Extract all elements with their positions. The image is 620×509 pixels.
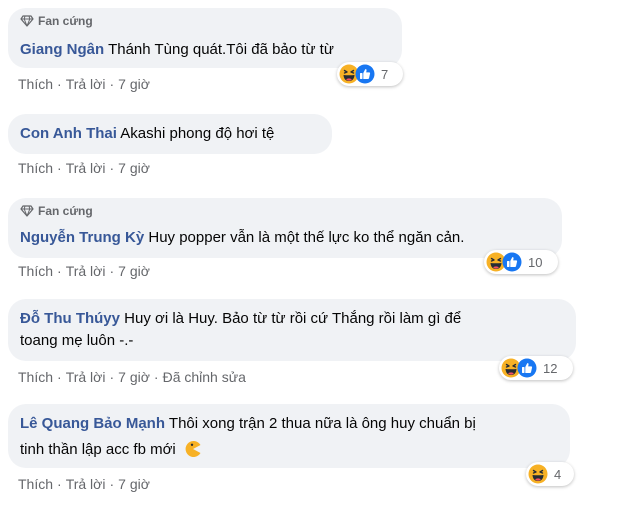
comment-text: Akashi phong độ hơi tệ [120,125,275,142]
fan-badge: Fan cứng [20,204,93,218]
reaction-count: 12 [543,360,558,376]
comment-author[interactable]: Lê Quang Bảo Mạnh [20,415,165,432]
timestamp[interactable]: 7 giờ [118,263,150,279]
reaction-count: 10 [528,254,543,270]
comment-author[interactable]: Con Anh Thai [20,125,117,142]
comment-bubble: Đỗ Thu Thúyy Huy ơi là Huy. Bảo từ từ rồ… [8,299,576,361]
comment-bubble: Fan cứng Nguyễn Trung Kỳ Huy popper vẫn … [8,198,562,258]
like-action[interactable]: Thích [18,160,53,176]
like-icon [517,358,537,378]
comment-bubble: Lê Quang Bảo Mạnh Thôi xong trận 2 thua … [8,404,570,468]
timestamp[interactable]: 7 giờ [118,160,150,176]
reply-action[interactable]: Trả lời [66,160,106,176]
comment-text: Thánh Tùng quát.Tôi đã bảo từ từ [108,41,334,58]
like-action[interactable]: Thích [18,369,53,385]
comment-text-line2: toang mẹ luôn -.- [20,332,134,349]
timestamp[interactable]: 7 giờ [118,369,150,385]
comment-text-line1: Huy ơi là Huy. Bảo từ từ rồi cứ Thắng rồ… [124,310,462,327]
edited-label[interactable]: Đã chỉnh sửa [163,369,246,385]
reactions-summary[interactable]: 7 [337,62,403,86]
diamond-icon [20,205,34,217]
comment-text-line1: Thôi xong trận 2 thua nữa là ông huy chu… [168,415,476,432]
reaction-count: 7 [381,66,389,82]
comment-text-line2: tinh thần lập acc fb mới [20,441,176,458]
pacman-emoticon-icon [185,441,201,457]
comment-author[interactable]: Đỗ Thu Thúyy [20,310,120,327]
timestamp[interactable]: 7 giờ [118,76,150,92]
reactions-summary[interactable]: 12 [499,356,573,380]
timestamp[interactable]: 7 giờ [118,476,150,492]
like-action[interactable]: Thích [18,263,53,279]
like-action[interactable]: Thích [18,476,53,492]
fan-badge-label: Fan cứng [38,14,93,28]
reply-action[interactable]: Trả lời [66,476,106,492]
comment-text: Huy popper vẫn là một thế lực ko thể ngă… [148,229,465,246]
reactions-summary[interactable]: 10 [484,250,558,274]
fan-badge: Fan cứng [20,14,93,28]
reactions-summary[interactable]: 4 [526,462,574,486]
reaction-count: 4 [554,466,562,482]
reply-action[interactable]: Trả lời [66,263,106,279]
comment-bubble: Con Anh Thai Akashi phong độ hơi tệ [8,114,332,154]
reply-action[interactable]: Trả lời [66,76,106,92]
like-action[interactable]: Thích [18,76,53,92]
like-icon [355,64,375,84]
comment-author[interactable]: Nguyễn Trung Kỳ [20,229,144,246]
comment-bubble: Fan cứng Giang Ngân Thánh Tùng quát.Tôi … [8,8,402,68]
fan-badge-label: Fan cứng [38,204,93,218]
like-icon [502,252,522,272]
comment-author[interactable]: Giang Ngân [20,41,104,58]
diamond-icon [20,15,34,27]
reply-action[interactable]: Trả lời [66,369,106,385]
haha-icon [528,464,548,484]
